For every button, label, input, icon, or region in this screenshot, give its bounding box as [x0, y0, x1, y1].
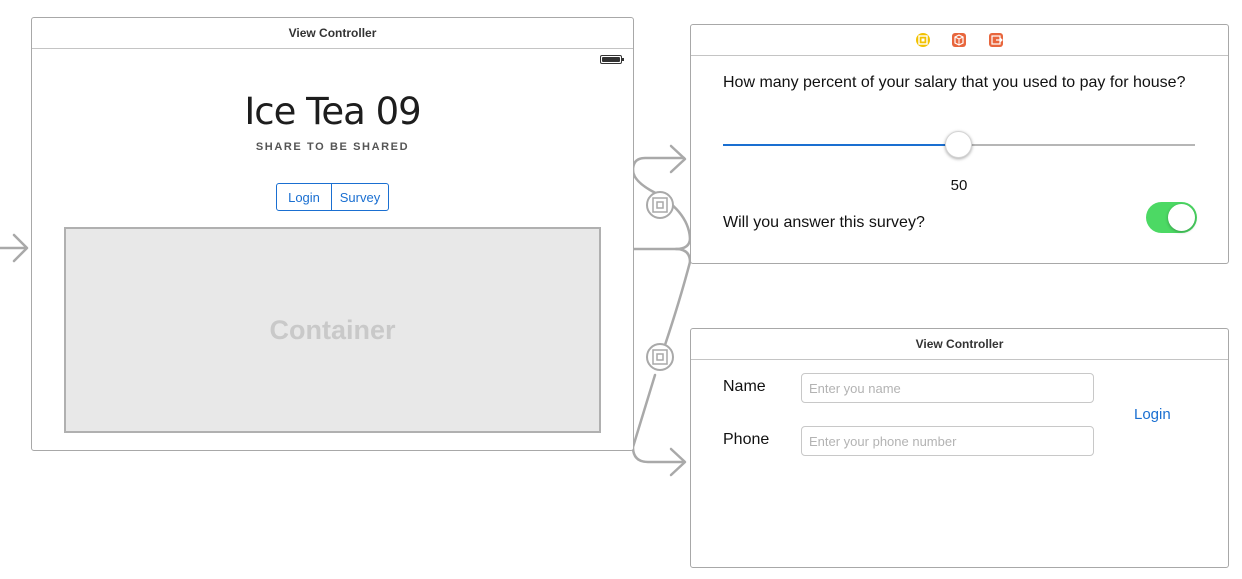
app-subtitle: SHARE TO BE SHARED: [255, 141, 410, 153]
segment-survey[interactable]: Survey: [331, 184, 388, 210]
name-field[interactable]: [801, 373, 1094, 403]
battery-icon: [600, 55, 624, 64]
phone-label: Phone: [723, 431, 770, 448]
app-title: Ice Tea 09: [244, 90, 421, 133]
container-label: Container: [269, 314, 396, 345]
survey-view-controller-scene[interactable]: How many percent of your salary that you…: [690, 24, 1229, 264]
slider-track-filled: [723, 144, 959, 146]
answer-survey-switch[interactable]: [1146, 202, 1197, 233]
slider-track-empty: [959, 144, 1195, 146]
embed-segue-icon[interactable]: [646, 343, 674, 371]
login-view-controller-scene[interactable]: View Controller Name Phone Login: [690, 328, 1229, 568]
container-view[interactable]: Container: [64, 227, 601, 433]
scene-dock-icons: [915, 33, 1003, 47]
view-controller-icon[interactable]: [915, 33, 930, 47]
scene-dock: [691, 25, 1228, 56]
exit-icon[interactable]: [988, 33, 1003, 47]
segment-login[interactable]: Login: [277, 184, 331, 210]
main-view-controller-scene[interactable]: View Controller Ice Tea 09 SHARE TO BE S…: [31, 17, 634, 451]
scene-title: View Controller: [691, 329, 1228, 360]
phone-field[interactable]: [801, 426, 1094, 456]
switch-knob: [1168, 204, 1195, 231]
name-label: Name: [723, 378, 766, 395]
segmented-control[interactable]: Login Survey: [276, 183, 389, 211]
salary-question-label: How many percent of your salary that you…: [723, 74, 1186, 91]
slider-value-label: 50: [950, 177, 968, 194]
login-button[interactable]: Login: [1134, 406, 1171, 423]
embed-segue-icon[interactable]: [646, 191, 674, 219]
salary-slider-thumb[interactable]: [945, 131, 972, 158]
scene-title: View Controller: [32, 18, 633, 49]
toggle-label: Will you answer this survey?: [723, 214, 925, 231]
first-responder-icon[interactable]: [951, 33, 966, 47]
